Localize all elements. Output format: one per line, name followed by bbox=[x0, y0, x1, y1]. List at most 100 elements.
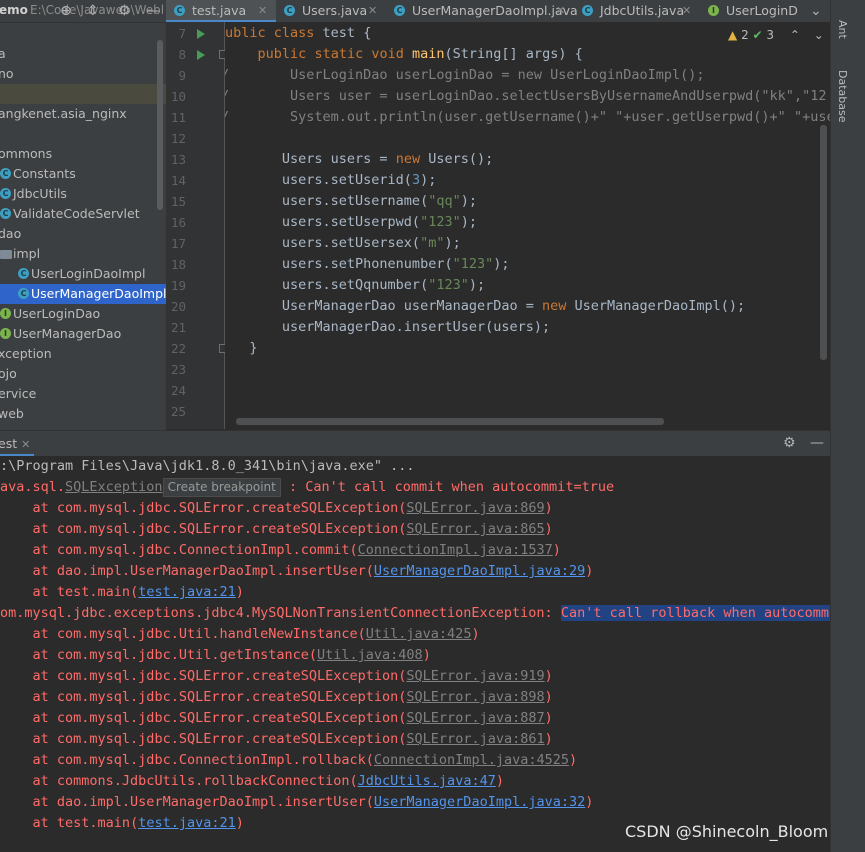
settings-gear-icon[interactable]: ⚙ bbox=[118, 0, 131, 22]
trace-method: com.mysql.jdbc.SQLError.createSQLExcepti… bbox=[56, 710, 399, 726]
editor-tab[interactable]: C JdbcUtils.java ✕ bbox=[574, 0, 700, 22]
tree-item[interactable]: I UserLoginDao bbox=[0, 304, 166, 324]
tree-item[interactable]: angkenet.asia_nginx bbox=[0, 104, 166, 124]
create-breakpoint-tooltip[interactable]: Create breakpoint bbox=[162, 478, 281, 497]
close-icon[interactable]: ✕ bbox=[21, 438, 30, 451]
source-link[interactable]: SQLError.java:898 bbox=[406, 689, 544, 705]
trace-at: at bbox=[0, 584, 57, 600]
tree-item[interactable]: I UserManagerDao bbox=[0, 324, 166, 344]
trace-method: com.mysql.jdbc.SQLError.createSQLExcepti… bbox=[56, 731, 399, 747]
tree-item[interactable]: C Constants bbox=[0, 164, 166, 184]
trace-paren: ) bbox=[235, 584, 244, 600]
source-link[interactable]: Util.java:425 bbox=[366, 626, 472, 642]
warning-count: 2 bbox=[741, 28, 749, 42]
run-console[interactable]: :\Program Files\Java\jdk1.8.0_341\bin\ja… bbox=[0, 456, 830, 852]
editor-vertical-scrollbar[interactable] bbox=[820, 125, 827, 360]
trace-method: com.mysql.jdbc.SQLError.createSQLExcepti… bbox=[56, 689, 399, 705]
source-link[interactable]: ConnectionImpl.java:4525 bbox=[374, 752, 569, 768]
line-number: 14 bbox=[170, 173, 186, 188]
tree-item[interactable]: a bbox=[0, 44, 166, 64]
line-number: 15 bbox=[170, 194, 186, 209]
selected-exception-message[interactable]: Can't call rollback when autocommit= bbox=[560, 605, 830, 621]
line-number: 7 bbox=[178, 26, 186, 41]
tree-item[interactable]: no bbox=[0, 64, 166, 84]
trace-at: at bbox=[0, 710, 57, 726]
prev-highlight-icon[interactable]: ⌃ bbox=[790, 28, 800, 42]
editor-tab[interactable]: C UserManagerDaoImpl.java ✕ bbox=[386, 0, 578, 22]
source-link[interactable]: SQLError.java:919 bbox=[406, 668, 544, 684]
close-icon[interactable]: ✕ bbox=[368, 0, 377, 22]
class-icon: C bbox=[284, 5, 295, 16]
tree-item[interactable]: C UserManagerDaoImpl bbox=[0, 284, 166, 304]
source-link[interactable]: UserManagerDaoImpl.java:29 bbox=[374, 563, 585, 579]
inspection-widget[interactable]: ▲ 2 ✔ 3 ⌃ ⌄ bbox=[728, 28, 824, 42]
tree-item[interactable]: ervice bbox=[0, 384, 166, 404]
check-icon: ✔ bbox=[752, 28, 763, 42]
run-hide-icon[interactable]: — bbox=[810, 431, 824, 456]
source-link[interactable]: SQLError.java:865 bbox=[406, 521, 544, 537]
tree-item[interactable]: impl bbox=[0, 244, 166, 264]
trace-at: at bbox=[0, 668, 57, 684]
editor-tab-label: UserLoginD bbox=[726, 3, 798, 18]
tree-item-label: impl bbox=[13, 246, 41, 261]
run-tab[interactable]: est ✕ bbox=[0, 431, 35, 456]
trace-method: dao.impl.UserManagerDaoImpl.insertUser bbox=[56, 794, 366, 810]
editor-tab[interactable]: I UserLoginD bbox=[700, 0, 800, 22]
tree-item-label: ervice bbox=[0, 386, 37, 401]
line-number: 11 bbox=[170, 110, 186, 125]
trace-at: at bbox=[0, 647, 57, 663]
ant-tool-button[interactable]: Ant bbox=[836, 20, 849, 39]
source-link[interactable]: test.java:21 bbox=[138, 815, 236, 831]
run-settings-gear-icon[interactable]: ⚙ bbox=[783, 431, 796, 456]
editor-tab-label: UserManagerDaoImpl.java bbox=[412, 3, 578, 18]
editor-tab[interactable]: C Users.java ✕ bbox=[276, 0, 386, 22]
tree-item[interactable] bbox=[0, 124, 166, 144]
next-highlight-icon[interactable]: ⌄ bbox=[814, 28, 824, 42]
collapse-all-icon[interactable]: ⇕ bbox=[87, 0, 99, 22]
tree-item[interactable]: C JdbcUtils bbox=[0, 184, 166, 204]
tree-item[interactable]: dao bbox=[0, 224, 166, 244]
editor-tab[interactable]: Ctest.java ✕ bbox=[166, 0, 276, 22]
source-link[interactable]: SQLError.java:869 bbox=[406, 500, 544, 516]
code-line: users.setQqnumber("123"); bbox=[225, 277, 486, 293]
project-scrollbar[interactable] bbox=[157, 40, 163, 210]
trace-paren: ) bbox=[568, 752, 578, 768]
editor-tabs-bar: Ctest.java ✕ C Users.java ✕ C UserManagerDaoIm… bbox=[166, 0, 830, 23]
source-link[interactable]: SQLError.java:861 bbox=[406, 731, 544, 747]
code-editor[interactable]: ublic class test { public static void ma… bbox=[225, 22, 830, 429]
project-root-name[interactable]: emo bbox=[0, 3, 28, 17]
class-icon: C bbox=[394, 5, 405, 16]
source-link[interactable]: UserManagerDaoImpl.java:32 bbox=[374, 794, 585, 810]
project-toolbar: emo E:\Code\Javaweb\Webl bbox=[0, 0, 166, 23]
source-link[interactable]: test.java:21 bbox=[138, 584, 236, 600]
database-tool-button[interactable]: Database bbox=[836, 70, 849, 123]
source-link[interactable]: JdbcUtils.java:47 bbox=[358, 773, 496, 789]
source-link[interactable]: Util.java:408 bbox=[317, 647, 423, 663]
tree-item[interactable]: xception bbox=[0, 344, 166, 364]
comment-marker: / bbox=[225, 107, 229, 128]
exception-class-link[interactable]: SQLException bbox=[65, 479, 163, 495]
tree-item[interactable]: C UserLoginDaoImpl bbox=[0, 264, 166, 284]
line-number: 16 bbox=[170, 215, 186, 230]
locate-file-icon[interactable]: ⊕ bbox=[60, 0, 72, 22]
close-icon[interactable]: ✕ bbox=[682, 0, 691, 22]
trace-paren: ( bbox=[365, 563, 374, 579]
run-gutter-icon[interactable] bbox=[197, 50, 205, 60]
tree-item[interactable]: C ValidateCodeServlet bbox=[0, 204, 166, 224]
close-icon[interactable]: ✕ bbox=[556, 0, 565, 22]
tree-item[interactable]: ojo bbox=[0, 364, 166, 384]
tabs-dropdown-icon[interactable]: ⌄ bbox=[810, 0, 822, 22]
close-icon[interactable]: ✕ bbox=[258, 0, 267, 22]
comment-marker: / bbox=[225, 86, 229, 107]
tree-item[interactable] bbox=[0, 84, 166, 104]
editor-horizontal-scrollbar[interactable] bbox=[236, 418, 664, 425]
run-gutter-icon[interactable] bbox=[197, 29, 205, 39]
source-link[interactable]: SQLError.java:887 bbox=[406, 710, 544, 726]
hide-panel-icon[interactable]: — bbox=[146, 0, 160, 22]
ok-count: 3 bbox=[766, 28, 775, 42]
tree-item[interactable]: ommons bbox=[0, 144, 166, 164]
trace-paren: ( bbox=[365, 752, 374, 768]
source-link[interactable]: ConnectionImpl.java:1537 bbox=[358, 542, 553, 558]
tree-item[interactable]: web bbox=[0, 404, 166, 424]
code-line: Users users = new Users(); bbox=[225, 151, 494, 167]
